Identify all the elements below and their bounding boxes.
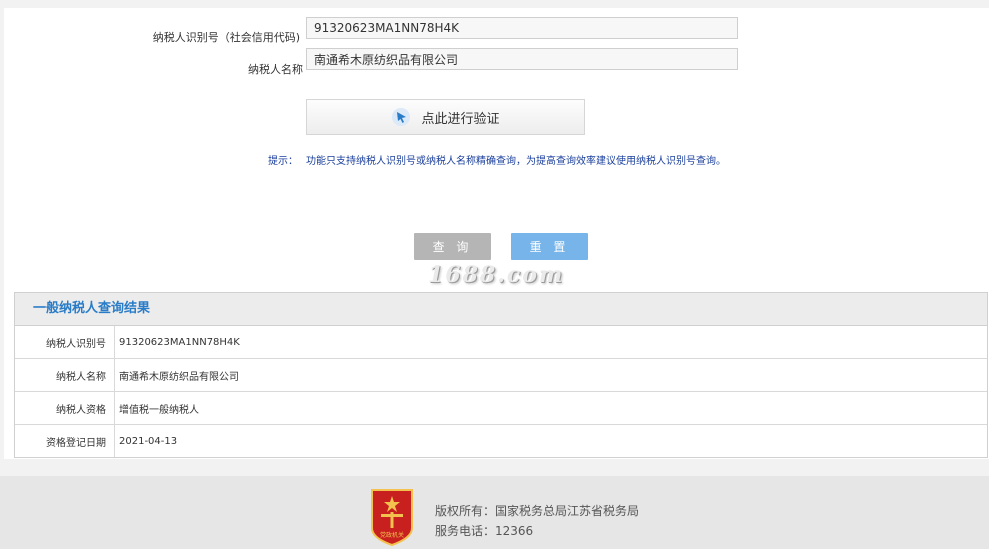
table-row: 纳税人识别号 91320623MA1NN78H4K	[15, 326, 987, 359]
row-key: 纳税人资格	[15, 392, 115, 424]
copyright-text: 版权所有：国家税务总局江苏省税务局	[435, 504, 640, 518]
row-value: 增值税一般纳税人	[119, 404, 199, 416]
taxpayer-name-input[interactable]	[306, 48, 738, 70]
hint-text: 功能只支持纳税人识别号或纳税人名称精确查询，为提高查询效率建议使用纳税人识别号查…	[306, 156, 726, 167]
table-row: 资格登记日期 2021-04-13	[15, 425, 987, 457]
service-phone-text: 服务电话：12366	[435, 524, 534, 538]
row-value: 91320623MA1NN78H4K	[119, 336, 240, 348]
taxpayer-id-input[interactable]	[306, 17, 738, 39]
row-key: 纳税人名称	[15, 359, 115, 391]
cursor-click-icon	[392, 108, 411, 126]
taxpayer-name-label: 纳税人名称	[248, 63, 303, 76]
taxpayer-id-label: 纳税人识别号（社会信用代码)	[152, 31, 300, 44]
footer: 党政机关 版权所有：国家税务总局江苏省税务局 服务电话：12366	[0, 476, 989, 549]
verify-button[interactable]: 点此进行验证	[306, 99, 585, 135]
result-table: 一般纳税人查询结果 纳税人识别号 91320623MA1NN78H4K 纳税人名…	[14, 292, 988, 458]
row-value: 南通希木原纺织品有限公司	[119, 371, 239, 383]
result-title: 一般纳税人查询结果	[15, 293, 987, 326]
svg-text:党政机关: 党政机关	[380, 531, 404, 539]
reset-button-label: 重 置	[529, 240, 570, 254]
watermark-1688: 1688.com	[428, 262, 565, 288]
row-key: 纳税人识别号	[15, 326, 115, 358]
table-row: 纳税人资格 增值税一般纳税人	[15, 392, 987, 425]
row-value: 2021-04-13	[119, 435, 178, 447]
query-button[interactable]: 查 询	[414, 233, 491, 260]
government-seal-icon: 党政机关	[371, 489, 413, 546]
reset-button[interactable]: 重 置	[511, 233, 588, 260]
query-button-label: 查 询	[432, 240, 473, 254]
table-row: 纳税人名称 南通希木原纺织品有限公司	[15, 359, 987, 392]
row-key: 资格登记日期	[15, 425, 115, 457]
hint-label: 提示：	[268, 156, 298, 167]
verify-button-label: 点此进行验证	[421, 111, 500, 127]
